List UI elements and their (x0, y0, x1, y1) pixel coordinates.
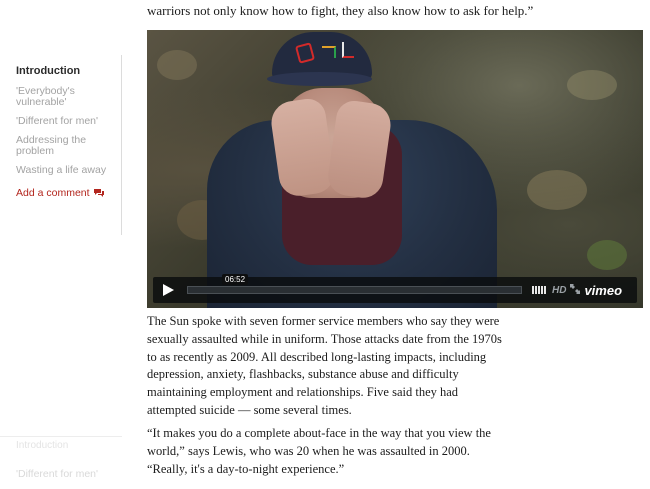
add-comment-label: Add a comment (16, 187, 90, 199)
article-paragraph: The Sun spoke with seven former service … (147, 314, 502, 417)
hd-toggle[interactable]: HD (552, 285, 566, 296)
add-comment-link[interactable]: Add a comment (16, 187, 116, 199)
cap-emblem (322, 46, 336, 58)
toc-item-different-for-men[interactable]: 'Different for men' (16, 116, 116, 127)
foliage (587, 240, 627, 270)
person-cap-brim (267, 72, 372, 86)
cap-emblem (342, 42, 354, 58)
article-lead-line: warriors not only know how to fight, the… (147, 3, 534, 18)
foliage (527, 170, 587, 210)
table-of-contents: Introduction 'Everybody's vulnerable' 'D… (16, 66, 116, 200)
video-player[interactable]: 06:52 HD vimeo (147, 30, 643, 308)
progress-bar[interactable]: 06:52 (187, 274, 522, 294)
volume-bars-icon (532, 286, 534, 294)
video-controls: 06:52 HD vimeo (153, 274, 637, 303)
duration-badge: 06:52 (222, 274, 249, 285)
volume-bar (538, 286, 540, 294)
toc-item-everybodys-vulnerable[interactable]: 'Everybody's vulnerable' (16, 86, 116, 108)
vimeo-logo[interactable]: vimeo (584, 283, 622, 298)
play-icon (162, 284, 174, 296)
play-button[interactable] (153, 277, 183, 303)
article-paragraph: “It makes you do a complete about-face i… (147, 426, 491, 476)
fullscreen-icon (570, 284, 581, 294)
foliage (157, 50, 197, 80)
fullscreen-button[interactable] (570, 281, 581, 299)
toc-item-introduction[interactable]: Introduction (16, 66, 116, 77)
volume-bar (544, 286, 546, 294)
sidebar-ghost-item-different-for-men[interactable]: 'Different for men' (16, 468, 98, 480)
foliage (567, 70, 617, 100)
volume-bar (541, 286, 543, 294)
sidebar-divider (121, 55, 122, 235)
volume-control[interactable] (532, 286, 546, 294)
toc-item-addressing-the-problem[interactable]: Addressing the problem (16, 135, 116, 157)
toc-item-wasting-a-life-away[interactable]: Wasting a life away (16, 165, 116, 176)
sidebar-ghost-item: Introduction (16, 440, 69, 451)
speech-bubbles-icon (93, 189, 104, 197)
volume-bar (535, 286, 537, 294)
